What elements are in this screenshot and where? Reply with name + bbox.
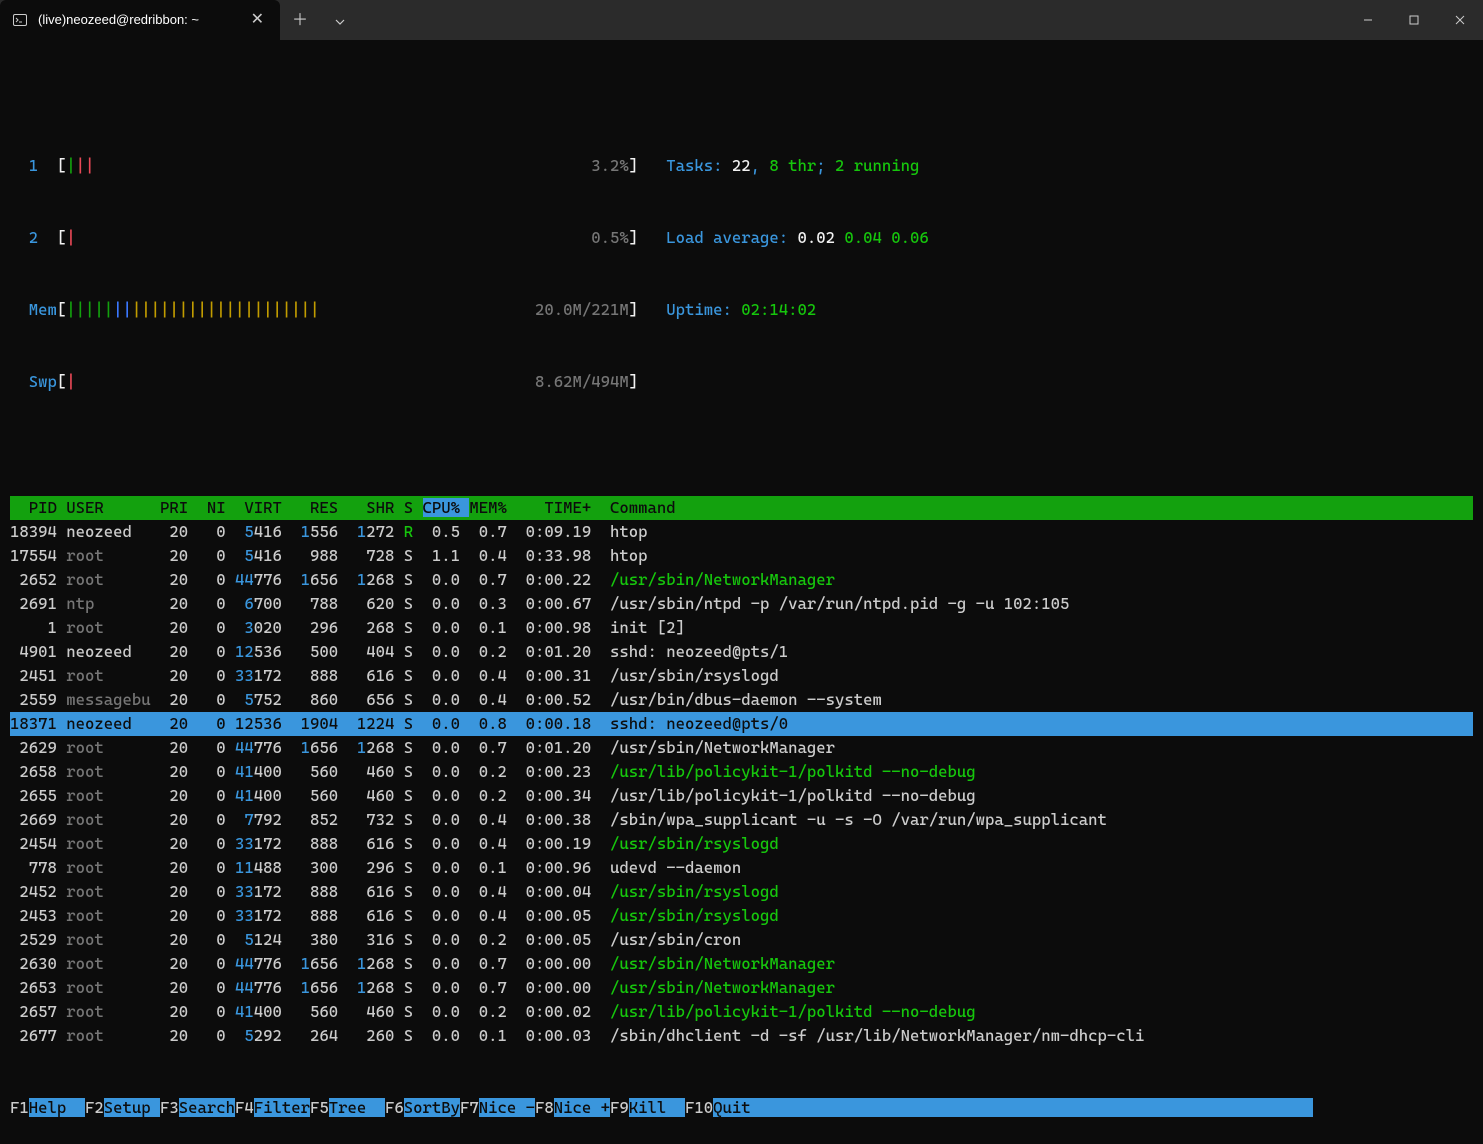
- table-row[interactable]: 2658 root 20 0 41400 560 460 S 0.0 0.2 0…: [10, 760, 1473, 784]
- tab-close-button[interactable]: ✕: [247, 4, 268, 36]
- table-row[interactable]: 778 root 20 0 11488 300 296 S 0.0 0.1 0:…: [10, 856, 1473, 880]
- table-header[interactable]: PID USER PRI NI VIRT RES SHR S CPU% MEM%…: [10, 496, 1473, 520]
- fkey-f10[interactable]: F10: [685, 1098, 713, 1117]
- swp-meter: Swp[| 8.62M/494M]: [10, 370, 1473, 394]
- fkey-f6[interactable]: F6: [385, 1098, 404, 1117]
- new-tab-button[interactable]: ＋: [280, 8, 320, 32]
- terminal-area[interactable]: 1 [||| 3.2%] Tasks: 22, 8 thr; 2 running…: [0, 40, 1483, 1144]
- tab-title: (live)neozeed@redribbon: ~: [38, 10, 237, 30]
- cpu2-meter: 2 [| 0.5%] Load average: 0.02 0.04 0.06: [10, 226, 1473, 250]
- maximize-button[interactable]: [1391, 0, 1437, 40]
- close-button[interactable]: [1437, 0, 1483, 40]
- table-row[interactable]: 2657 root 20 0 41400 560 460 S 0.0 0.2 0…: [10, 1000, 1473, 1024]
- tab-active[interactable]: (live)neozeed@redribbon: ~ ✕: [0, 0, 280, 40]
- window-controls: [1345, 0, 1483, 40]
- table-row[interactable]: 2559 messagebu 20 0 5752 860 656 S 0.0 0…: [10, 688, 1473, 712]
- table-row-selected[interactable]: 18371 neozeed 20 0 12536 1904 1224 S 0.0…: [10, 712, 1473, 736]
- table-row[interactable]: 2669 root 20 0 7792 852 732 S 0.0 0.4 0:…: [10, 808, 1473, 832]
- fkey-f4[interactable]: F4: [235, 1098, 254, 1117]
- mem-meter: Mem[||||||||||||||||||||||||||| 20.0M/22…: [10, 298, 1473, 322]
- fkey-f1[interactable]: F1: [10, 1098, 29, 1117]
- fkey-f9[interactable]: F9: [610, 1098, 629, 1117]
- fkey-f2[interactable]: F2: [85, 1098, 104, 1117]
- minimize-button[interactable]: [1345, 0, 1391, 40]
- table-row[interactable]: 2452 root 20 0 33172 888 616 S 0.0 0.4 0…: [10, 880, 1473, 904]
- fkey-f8[interactable]: F8: [535, 1098, 554, 1117]
- fkey-f3[interactable]: F3: [160, 1098, 179, 1117]
- table-row[interactable]: 2454 root 20 0 33172 888 616 S 0.0 0.4 0…: [10, 832, 1473, 856]
- table-row[interactable]: 2691 ntp 20 0 6700 788 620 S 0.0 0.3 0:0…: [10, 592, 1473, 616]
- table-row[interactable]: 18394 neozeed 20 0 5416 1556 1272 R 0.5 …: [10, 520, 1473, 544]
- cpu1-meter: 1 [||| 3.2%] Tasks: 22, 8 thr; 2 running: [10, 154, 1473, 178]
- table-row[interactable]: 2655 root 20 0 41400 560 460 S 0.0 0.2 0…: [10, 784, 1473, 808]
- table-row[interactable]: 2451 root 20 0 33172 888 616 S 0.0 0.4 0…: [10, 664, 1473, 688]
- fkey-f5[interactable]: F5: [310, 1098, 329, 1117]
- function-key-bar: F1Help F2Setup F3SearchF4FilterF5Tree F6…: [10, 1096, 1473, 1120]
- tab-dropdown-button[interactable]: [320, 8, 360, 32]
- table-row[interactable]: 4901 neozeed 20 0 12536 500 404 S 0.0 0.…: [10, 640, 1473, 664]
- table-row[interactable]: 2629 root 20 0 44776 1656 1268 S 0.0 0.7…: [10, 736, 1473, 760]
- process-table: PID USER PRI NI VIRT RES SHR S CPU% MEM%…: [10, 496, 1473, 1048]
- table-row[interactable]: 17554 root 20 0 5416 988 728 S 1.1 0.4 0…: [10, 544, 1473, 568]
- meters: 1 [||| 3.2%] Tasks: 22, 8 thr; 2 running…: [10, 106, 1473, 442]
- table-row[interactable]: 2652 root 20 0 44776 1656 1268 S 0.0 0.7…: [10, 568, 1473, 592]
- table-row[interactable]: 1 root 20 0 3020 296 268 S 0.0 0.1 0:00.…: [10, 616, 1473, 640]
- table-row[interactable]: 2453 root 20 0 33172 888 616 S 0.0 0.4 0…: [10, 904, 1473, 928]
- table-row[interactable]: 2630 root 20 0 44776 1656 1268 S 0.0 0.7…: [10, 952, 1473, 976]
- terminal-icon: [12, 12, 28, 28]
- fkey-f7[interactable]: F7: [460, 1098, 479, 1117]
- table-row[interactable]: 2653 root 20 0 44776 1656 1268 S 0.0 0.7…: [10, 976, 1473, 1000]
- titlebar: (live)neozeed@redribbon: ~ ✕ ＋: [0, 0, 1483, 40]
- table-row[interactable]: 2529 root 20 0 5124 380 316 S 0.0 0.2 0:…: [10, 928, 1473, 952]
- table-row[interactable]: 2677 root 20 0 5292 264 260 S 0.0 0.1 0:…: [10, 1024, 1473, 1048]
